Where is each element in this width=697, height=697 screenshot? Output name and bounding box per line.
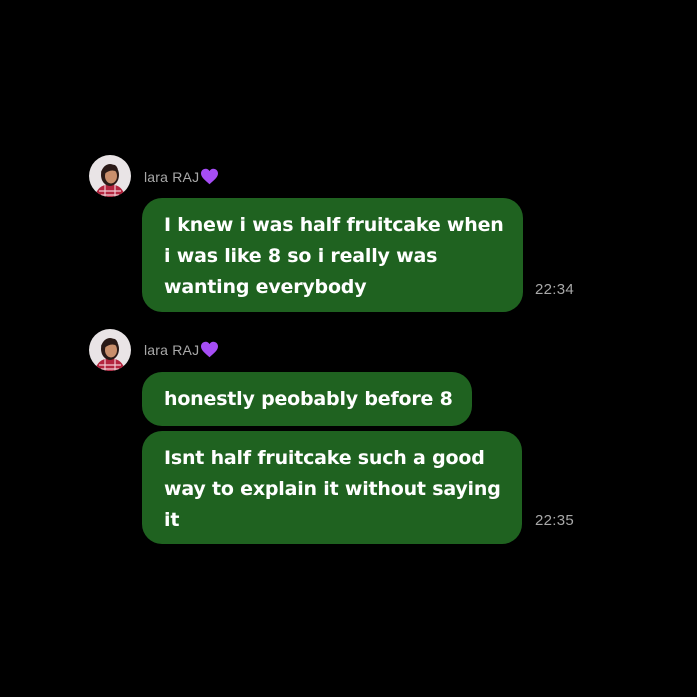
- sender-name-text: lara RAJ: [144, 341, 200, 358]
- message-line: wanting everybody: [164, 276, 367, 298]
- message-line: i was like 8 so i really was: [164, 245, 438, 267]
- purple-heart-icon: [201, 341, 219, 358]
- purple-heart-icon: [201, 168, 219, 185]
- sender-avatar[interactable]: [89, 155, 131, 197]
- message-line: I knew i was half fruitcake when: [164, 214, 504, 236]
- message-line: Isnt half fruitcake such a good: [164, 447, 485, 469]
- sender-avatar[interactable]: [89, 329, 131, 371]
- message-bubble[interactable]: Isnt half fruitcake such a good way to e…: [142, 431, 522, 544]
- sender-name: lara RAJ: [144, 168, 219, 185]
- message-bubble[interactable]: honestly peobably before 8: [142, 372, 472, 426]
- message-timestamp: 22:35: [535, 512, 575, 529]
- message-bubble[interactable]: I knew i was half fruitcake when i was l…: [142, 198, 523, 312]
- message-line: way to explain it without saying: [164, 478, 501, 500]
- message-line: it: [164, 509, 180, 531]
- message-timestamp: 22:34: [535, 281, 575, 298]
- message-line: honestly peobably before 8: [164, 388, 453, 410]
- sender-name: lara RAJ: [144, 341, 219, 358]
- sender-name-text: lara RAJ: [144, 168, 200, 185]
- chat-screen: lara RAJ I knew i was half fruitcake whe…: [0, 0, 697, 697]
